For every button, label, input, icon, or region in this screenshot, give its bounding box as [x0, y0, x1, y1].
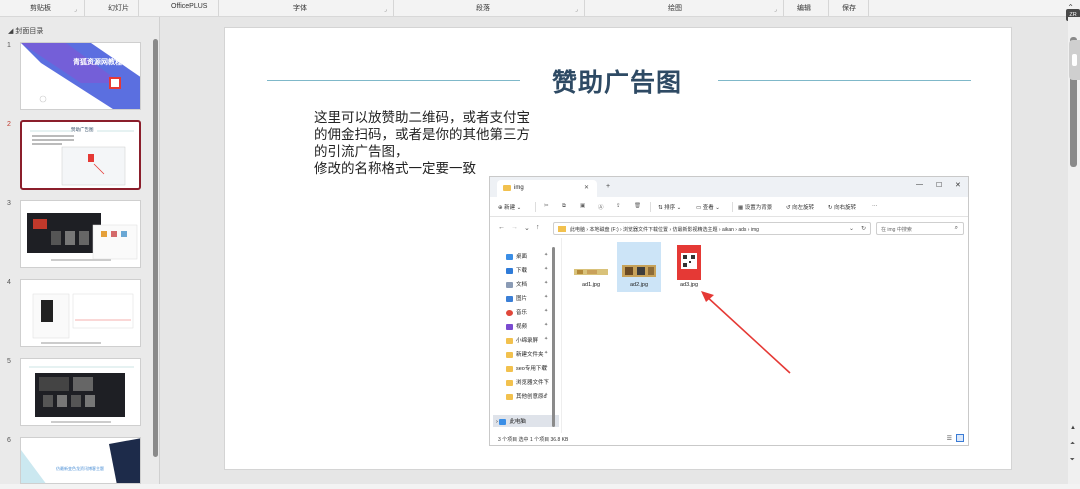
drawing-launcher-icon[interactable]: ⌟: [774, 6, 777, 13]
slide-3-preview: [27, 213, 138, 261]
ribbon-group-officeplus[interactable]: OfficePLUS: [171, 3, 207, 10]
slide-number: 4: [7, 279, 11, 286]
slide-number: 1: [7, 42, 11, 49]
slide-5-preview: [29, 366, 134, 423]
slide-number: 3: [7, 200, 11, 207]
slide-number: 6: [7, 437, 11, 444]
ribbon-group-drawing[interactable]: 绘图: [668, 3, 682, 13]
slide-thumbnail-panel: ◢ 封面目录 1 青狐资源网教程 2 赞助广告图 3 4 5 6 仿最新变色龙资…: [0, 17, 160, 484]
slide-body-text[interactable]: 这里可以放赞助二维码，或者支付宝 的佣金扫码，或者是你的其他第三方 的引流广告图…: [314, 109, 554, 177]
body-line: 这里可以放赞助二维码，或者支付宝: [314, 110, 530, 125]
section-title: 封面目录: [15, 28, 44, 35]
thumbnail-scrollbar[interactable]: [153, 39, 158, 457]
slide-thumbnail-4[interactable]: [20, 279, 141, 347]
title-divider-right: [718, 80, 971, 81]
ribbon-group-slides[interactable]: 幻灯片: [108, 3, 129, 13]
handle-grip-icon: [1072, 54, 1077, 66]
slide-number: 5: [7, 358, 11, 365]
slide-2-title: 赞助广告图: [71, 127, 94, 132]
scroll-up-icon[interactable]: ▲: [1070, 425, 1076, 431]
ribbon-group-paragraph[interactable]: 段落: [476, 3, 490, 13]
slide-canvas: 赞助广告图 这里可以放赞助二维码，或者支付宝 的佣金扫码，或者是你的其他第三方 …: [161, 17, 1068, 484]
slide-thumbnail-5[interactable]: [20, 358, 141, 426]
title-divider-left: [267, 80, 520, 81]
next-slide-icon[interactable]: ⏷: [1070, 457, 1075, 464]
clipboard-launcher-icon[interactable]: ⌟: [74, 6, 77, 13]
paragraph-launcher-icon[interactable]: ⌟: [575, 6, 578, 13]
outline-section-header[interactable]: ◢ 封面目录: [8, 26, 43, 36]
slide-1-title: 青狐资源网教程: [73, 59, 122, 66]
current-slide[interactable]: 赞助广告图 这里可以放赞助二维码，或者支付宝 的佣金扫码，或者是你的其他第三方 …: [224, 27, 1012, 470]
slide-4-preview: [32, 293, 134, 344]
body-line: 的引流广告图，: [314, 144, 409, 159]
canvas-scrollbar[interactable]: ▲ ⏶ ⏷: [1068, 17, 1080, 484]
ribbon-group-font[interactable]: 字体: [293, 3, 307, 13]
explorer-screenshot[interactable]: img ✕ + — ☐ ✕ ⊕ 新建 ⌄ ✂ ⧉ ▣ Ⓐ ⇪ 🗑 ⇅ 排序 ⌄ …: [489, 176, 969, 446]
ribbon-group-editing[interactable]: 编辑: [797, 3, 811, 13]
body-line: 的佣金扫码，或者是你的其他第三方: [314, 127, 530, 142]
ribbon-group-labels: 剪贴板 ⌟ 幻灯片 OfficePLUS 字体 ⌟ 段落 ⌟ 绘图 ⌟ 编辑 保…: [0, 0, 1080, 17]
slide-thumbnail-1[interactable]: 青狐资源网教程: [20, 42, 141, 110]
slide-thumbnail-3[interactable]: [20, 200, 141, 268]
font-launcher-icon[interactable]: ⌟: [384, 6, 387, 13]
slide-1-preview: [21, 43, 140, 109]
slide-number: 2: [7, 121, 11, 128]
slide-thumbnail-6[interactable]: 仿最新变色龙资讯博客主题: [20, 437, 141, 484]
presentation-app: 剪贴板 ⌟ 幻灯片 OfficePLUS 字体 ⌟ 段落 ⌟ 绘图 ⌟ 编辑 保…: [0, 0, 1080, 489]
slide-6-title: 仿最新变色龙资讯博客主题: [56, 466, 104, 471]
slide-title[interactable]: 赞助广告图: [552, 63, 682, 99]
ribbon-group-clipboard[interactable]: 剪贴板: [30, 3, 51, 13]
slide-6-preview: [21, 438, 140, 483]
red-arrow-annotation: [701, 291, 791, 374]
side-panel-handle[interactable]: [1069, 40, 1080, 80]
body-line: 修改的名称格式一定要一致: [314, 161, 476, 176]
slide-thumbnail-2[interactable]: 赞助广告图: [20, 120, 141, 190]
previous-slide-icon[interactable]: ⏶: [1070, 441, 1075, 448]
status-bar: [0, 484, 1080, 489]
ribbon-group-save[interactable]: 保存: [842, 3, 856, 13]
